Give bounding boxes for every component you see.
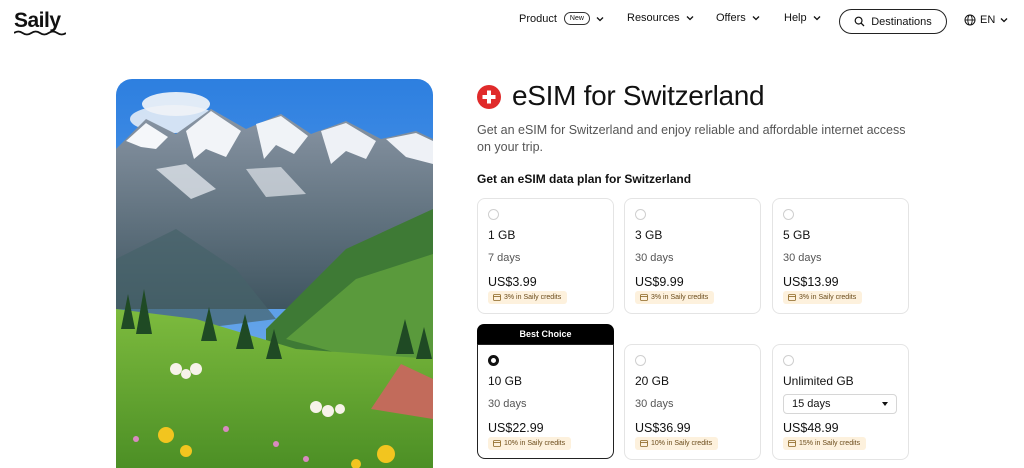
plan-duration: 30 days [488, 398, 527, 410]
plan-price: US$9.99 [635, 275, 684, 289]
plan-data: 5 GB [783, 228, 811, 242]
chevron-down-icon [686, 16, 694, 21]
plans-subheading: Get an eSIM data plan for Switzerland [477, 172, 692, 186]
plan-card-20gb[interactable]: 20 GB 30 days US$36.99 10% in Saily cred… [624, 344, 761, 460]
nav-help-label: Help [784, 12, 807, 24]
duration-select[interactable]: 15 days [783, 394, 897, 414]
plan-data: 10 GB [488, 374, 523, 388]
credits-text: 10% in Saily credits [651, 440, 713, 447]
nav-resources-label: Resources [627, 12, 680, 24]
plan-price: US$36.99 [635, 421, 691, 435]
language-label: EN [980, 14, 996, 26]
new-badge: New [563, 12, 590, 25]
destinations-button[interactable]: Destinations [839, 9, 947, 34]
plan-data: 20 GB [635, 374, 670, 388]
nav-resources[interactable]: Resources [627, 12, 695, 24]
chevron-down-icon [1000, 18, 1008, 23]
plan-card-1gb[interactable]: 1 GB 7 days US$3.99 3% in Saily credits [477, 198, 614, 314]
nav-product-label: Product [519, 12, 557, 25]
credits-badge: 3% in Saily credits [635, 291, 715, 304]
plan-data: Unlimited GB [783, 374, 854, 388]
site-header: Saily Product New Resources Offers Help … [0, 0, 1024, 44]
plan-data: 3 GB [635, 228, 663, 242]
globe-icon [964, 14, 976, 26]
plan-price: US$22.99 [488, 421, 544, 435]
credits-text: 15% in Saily credits [799, 440, 861, 447]
best-choice-banner: Best Choice [477, 324, 614, 344]
destinations-label: Destinations [871, 15, 932, 28]
swiss-flag-icon [477, 85, 501, 109]
credits-card-icon [493, 440, 501, 447]
credits-text: 3% in Saily credits [651, 294, 709, 301]
credits-badge: 15% in Saily credits [783, 437, 867, 450]
credits-card-icon [788, 294, 796, 301]
chevron-down-icon [813, 16, 821, 21]
logo-wave-icon [14, 30, 66, 36]
plan-radio[interactable] [488, 209, 499, 220]
plan-radio[interactable] [635, 209, 646, 220]
page-title: eSIM for Switzerland [512, 80, 765, 111]
credits-badge: 3% in Saily credits [488, 291, 568, 304]
duration-select-value: 15 days [792, 398, 831, 410]
switzerland-landscape-image [116, 79, 433, 468]
credits-text: 10% in Saily credits [504, 440, 566, 447]
credits-text: 3% in Saily credits [504, 294, 562, 301]
plan-radio[interactable] [783, 355, 794, 366]
plan-card-unlimited[interactable]: Unlimited GB 15 days US$48.99 15% in Sai… [772, 344, 909, 460]
plan-price: US$3.99 [488, 275, 537, 289]
chevron-down-icon [752, 16, 760, 21]
plan-radio[interactable] [635, 355, 646, 366]
plan-radio-selected[interactable] [488, 355, 499, 366]
credits-badge: 10% in Saily credits [635, 437, 719, 450]
plan-price: US$48.99 [783, 421, 839, 435]
caret-down-icon [882, 402, 888, 406]
nav-product[interactable]: Product New [519, 12, 605, 25]
nav-help[interactable]: Help [784, 12, 822, 24]
plan-price: US$13.99 [783, 275, 839, 289]
credits-card-icon [640, 294, 648, 301]
page-description: Get an eSIM for Switzerland and enjoy re… [477, 123, 906, 154]
credits-card-icon [788, 440, 796, 447]
search-icon [854, 16, 865, 27]
credits-text: 3% in Saily credits [799, 294, 857, 301]
plan-data: 1 GB [488, 228, 516, 242]
plan-card-5gb[interactable]: 5 GB 30 days US$13.99 3% in Saily credit… [772, 198, 909, 314]
plan-duration: 30 days [635, 252, 674, 264]
plan-card-10gb[interactable]: 10 GB 30 days US$22.99 10% in Saily cred… [477, 344, 614, 459]
plan-duration: 30 days [635, 398, 674, 410]
plan-duration: 7 days [488, 252, 521, 264]
chevron-down-icon [596, 16, 604, 21]
plan-duration: 30 days [783, 252, 822, 264]
credits-badge: 10% in Saily credits [488, 437, 572, 450]
plan-radio[interactable] [783, 209, 794, 220]
nav-offers[interactable]: Offers [716, 12, 761, 24]
nav-offers-label: Offers [716, 12, 746, 24]
credits-card-icon [493, 294, 501, 301]
credits-badge: 3% in Saily credits [783, 291, 863, 304]
plan-card-3gb[interactable]: 3 GB 30 days US$9.99 3% in Saily credits [624, 198, 761, 314]
credits-card-icon [640, 440, 648, 447]
language-selector[interactable]: EN [964, 14, 1009, 26]
